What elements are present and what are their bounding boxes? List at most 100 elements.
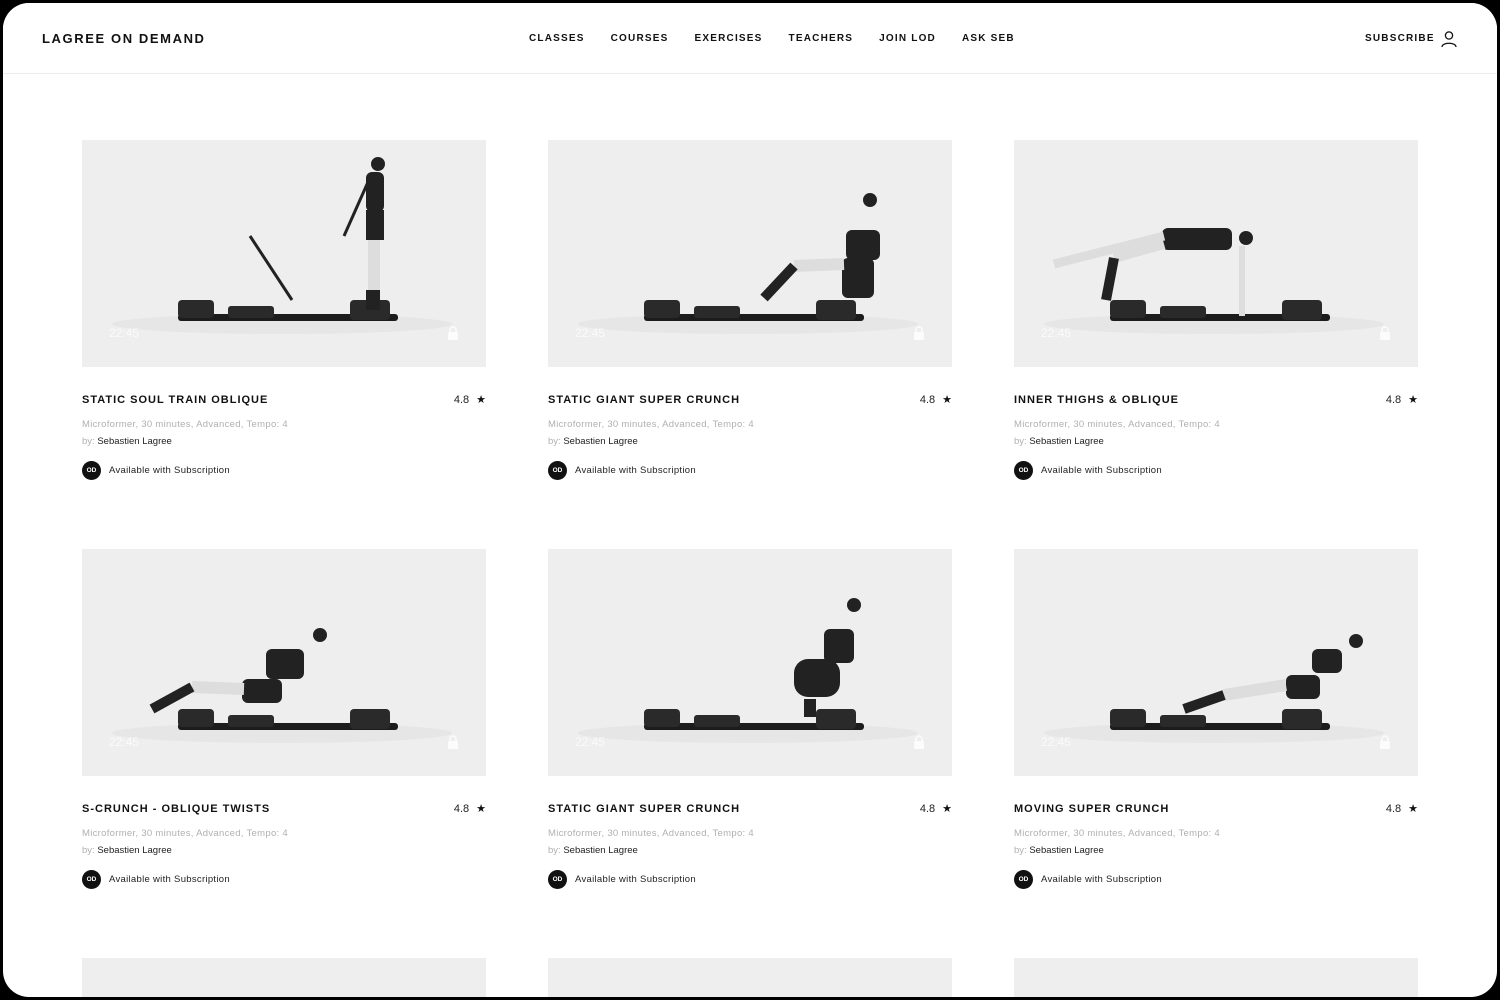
class-thumbnail[interactable]: 22:45: [1014, 549, 1418, 776]
class-thumbnail[interactable]: 22:45: [548, 549, 952, 776]
by-label: by:: [548, 436, 561, 447]
star-icon: ★: [942, 394, 952, 406]
nav-courses[interactable]: COURSES: [611, 33, 669, 44]
by-label: by:: [548, 845, 561, 856]
class-thumbnail-image: [112, 157, 452, 334]
card-title-row: S-CRUNCH - OBLIQUE TWISTS 4.8 ★: [82, 803, 486, 817]
class-thumbnail[interactable]: 22:45: [82, 549, 486, 776]
class-thumbnail[interactable]: 22:45: [1014, 140, 1418, 367]
class-title[interactable]: STATIC GIANT SUPER CRUNCH: [548, 394, 952, 406]
rating: 4.8 ★: [1385, 802, 1418, 816]
site-logo[interactable]: LAGREE ON DEMAND: [42, 31, 206, 46]
class-card[interactable]: 22:45 STATIC SOUL TRAIN OBLIQUE 4.8 ★ Mi…: [82, 140, 486, 480]
rating: 4.8 ★: [1386, 393, 1418, 407]
class-card[interactable]: 22:45 STATIC GIANT SUPER CRUNCH 4.8 ★ Mi…: [548, 140, 952, 480]
class-byline: by: Sebastien Lagree: [548, 436, 952, 447]
nav-classes[interactable]: CLASSES: [529, 33, 585, 44]
availability-text: Available with Subscription: [109, 465, 230, 476]
class-meta: Microformer, 30 minutes, Advanced, Tempo…: [548, 419, 754, 430]
class-title[interactable]: INNER THIGHS & OBLIQUE: [1014, 394, 1418, 406]
card-thumbnail-placeholder[interactable]: [82, 958, 486, 997]
nav-teachers[interactable]: TEACHERS: [789, 33, 854, 44]
lock-icon: [448, 735, 458, 749]
class-card[interactable]: 22:45 INNER THIGHS & OBLIQUE 4.8 ★ Micro…: [1014, 140, 1418, 480]
class-thumbnail[interactable]: 22:45: [82, 140, 486, 367]
class-byline: by: Sebastien Lagree: [548, 845, 952, 856]
class-meta: Microformer, 30 minutes, Advanced, Tempo…: [1014, 419, 1220, 430]
class-title[interactable]: STATIC SOUL TRAIN OBLIQUE: [82, 394, 486, 406]
by-label: by:: [82, 845, 95, 856]
browser-frame: LAGREE ON DEMAND CLASSES COURSES EXERCIS…: [3, 3, 1497, 997]
od-badge: OD: [1014, 461, 1033, 480]
star-icon: ★: [1408, 394, 1418, 406]
class-card[interactable]: 22:45 STATIC GIANT SUPER CRUNCH 4.8 ★ Mi…: [548, 549, 952, 889]
class-title[interactable]: STATIC GIANT SUPER CRUNCH: [548, 803, 952, 815]
availability-row: OD Available with Subscription: [1014, 870, 1418, 889]
star-icon: ★: [476, 803, 486, 815]
main-nav: CLASSES COURSES EXERCISES TEACHERS JOIN …: [529, 33, 1041, 44]
card-thumbnail-placeholder[interactable]: [1014, 958, 1418, 997]
class-meta: Microformer, 30 minutes, Advanced, Tempo…: [82, 419, 288, 430]
nav-ask-seb[interactable]: ASK SEB: [962, 33, 1015, 44]
card-title-row: STATIC GIANT SUPER CRUNCH 4.8 ★: [548, 803, 952, 817]
video-duration: 22:45: [109, 326, 140, 340]
video-duration: 22:45: [575, 735, 606, 749]
nav-exercises[interactable]: EXERCISES: [695, 33, 763, 44]
class-thumbnail-image: [578, 193, 918, 334]
class-meta: Microformer, 30 minutes, Advanced, Tempo…: [548, 828, 754, 839]
availability-text: Available with Subscription: [575, 465, 696, 476]
class-thumbnail[interactable]: 22:45: [548, 140, 952, 367]
video-duration: 22:45: [1041, 326, 1072, 340]
instructor-name[interactable]: Sebastien Lagree: [97, 436, 171, 447]
class-byline: by: Sebastien Lagree: [82, 436, 486, 447]
availability-row: OD Available with Subscription: [548, 870, 952, 889]
rating-value: 4.8: [1385, 802, 1402, 815]
user-icon[interactable]: [1440, 30, 1458, 48]
class-title[interactable]: MOVING SUPER CRUNCH: [1014, 803, 1418, 815]
by-label: by:: [82, 436, 95, 447]
lock-icon: [914, 735, 924, 749]
instructor-name[interactable]: Sebastien Lagree: [563, 436, 637, 447]
class-thumbnail-image: [112, 628, 452, 743]
card-title-row: STATIC SOUL TRAIN OBLIQUE 4.8 ★: [82, 394, 486, 408]
class-meta: Microformer, 30 minutes, Advanced, Tempo…: [1014, 828, 1220, 839]
availability-text: Available with Subscription: [109, 874, 230, 885]
availability-row: OD Available with Subscription: [1014, 461, 1418, 480]
video-duration: 22:45: [575, 326, 606, 340]
class-card[interactable]: 22:45 S-CRUNCH - OBLIQUE TWISTS 4.8 ★ Mi…: [82, 549, 486, 889]
availability-text: Available with Subscription: [1041, 465, 1162, 476]
availability-row: OD Available with Subscription: [548, 461, 952, 480]
availability-text: Available with Subscription: [1041, 874, 1162, 885]
od-badge: OD: [1014, 870, 1033, 889]
rating-value: 4.8: [453, 393, 470, 406]
video-duration: 22:45: [109, 735, 140, 749]
instructor-name[interactable]: Sebastien Lagree: [97, 845, 171, 856]
card-title-row: STATIC GIANT SUPER CRUNCH 4.8 ★: [548, 394, 952, 408]
site-header: LAGREE ON DEMAND CLASSES COURSES EXERCIS…: [3, 3, 1497, 74]
od-badge: OD: [82, 870, 101, 889]
rating: 4.8 ★: [920, 802, 952, 816]
by-label: by:: [1014, 436, 1027, 447]
availability-text: Available with Subscription: [575, 874, 696, 885]
lock-icon: [914, 326, 924, 340]
class-thumbnail-image: [578, 598, 918, 743]
card-title-row: MOVING SUPER CRUNCH 4.8 ★: [1014, 803, 1418, 817]
rating: 4.8 ★: [453, 393, 486, 407]
class-title[interactable]: S-CRUNCH - OBLIQUE TWISTS: [82, 803, 486, 815]
instructor-name[interactable]: Sebastien Lagree: [563, 845, 637, 856]
nav-join-lod[interactable]: JOIN LOD: [879, 33, 936, 44]
instructor-name[interactable]: Sebastien Lagree: [1029, 436, 1103, 447]
availability-row: OD Available with Subscription: [82, 870, 486, 889]
class-byline: by: Sebastien Lagree: [82, 845, 486, 856]
od-badge: OD: [82, 461, 101, 480]
instructor-name[interactable]: Sebastien Lagree: [1029, 845, 1103, 856]
lock-icon: [448, 326, 458, 340]
star-icon: ★: [942, 803, 952, 815]
card-thumbnail-placeholder[interactable]: [548, 958, 952, 997]
class-thumbnail-image: [1044, 228, 1384, 334]
subscribe-link[interactable]: SUBSCRIBE: [1365, 33, 1435, 44]
class-meta: Microformer, 30 minutes, Advanced, Tempo…: [82, 828, 288, 839]
od-badge: OD: [548, 461, 567, 480]
rating: 4.8 ★: [920, 393, 952, 407]
class-card[interactable]: 22:45 MOVING SUPER CRUNCH 4.8 ★ Microfor…: [1014, 549, 1418, 889]
